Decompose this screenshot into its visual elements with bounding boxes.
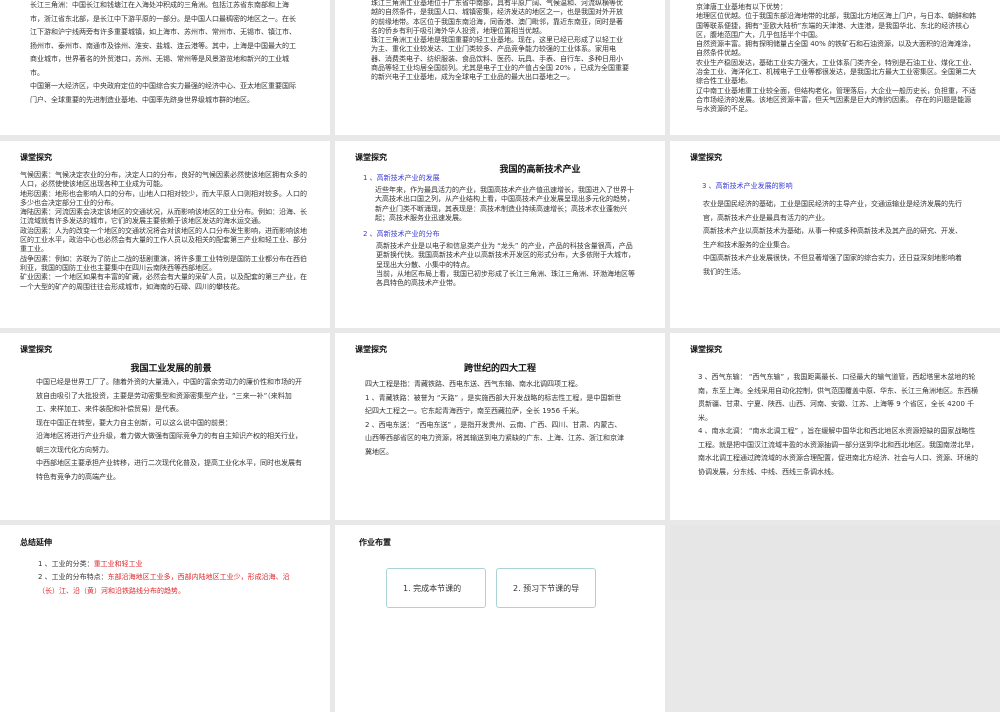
paragraph: 珠江三角洲工业基地位于广东省中南部，具有平原广阔、气候温和、河流纵横等优越的自然… [371, 0, 623, 35]
summary-label: 2 、工业的分布特点： [38, 573, 108, 581]
paragraph: 地理区位优越。位于我国东部沿海地带的北部，我国北方地区海上门户，与日本、朝鲜和韩… [696, 12, 976, 39]
slide-thumbnail-3[interactable]: 京津唐工业基地有以下优势： 地理区位优越。位于我国东部沿海地带的北部，我国北方地… [670, 0, 1000, 135]
slide-body: 中国已经是世界工厂了。随着外资的大量涌入，中国的富余劳动力的廉价性和市场的开放自… [36, 376, 304, 484]
homework-card-1: 1. 完成本节课的 [386, 568, 486, 608]
slide-thumbnail-11[interactable]: 作业布置 [335, 525, 665, 712]
paragraph: 辽中南工业基地重工业较全面，但结构老化，管理落后，大企业一般历史长，负担重，不适… [696, 86, 976, 114]
slide-thumbnail-4[interactable]: 课堂探究 气候因素：气候决定农业的分布，决定人口的分布，良好的气候因素必然使该地… [0, 141, 330, 328]
slide-header: 作业布置 [359, 538, 391, 547]
summary-item-2: 2 、工业的分布特点：东部沿海地区工业多，西部内陆地区工业少，形成沿海、沿（长）… [38, 571, 303, 598]
paragraph: 京津唐工业基地有以下优势： [696, 3, 787, 11]
paragraph: 地形因素：地形也会影响人口的分布，山地人口相对较少，而大平原人口则相对较多。人口… [20, 189, 307, 207]
slide-thumbnail-5[interactable]: 课堂探究 我国的高新技术产业 1 、高新技术产业的发展 近些年来，作为最具活力的… [335, 141, 665, 328]
paragraph: 矿业因素：一个地区如果有丰富的矿藏，必然会有大量的采矿人员，以及配套的第三产业，… [20, 273, 307, 291]
slide-body: 珠江三角洲工业基地位于广东省中南部，具有平原广阔、气候温和、河流纵横等优越的自然… [371, 0, 629, 83]
slide-header: 课堂探究 [20, 345, 52, 354]
slide-body: 长江三角洲：中国长江和钱塘江在入海处冲积成的三角洲。包括江苏省东南部和上海市，浙… [30, 0, 300, 107]
paragraph: 当前，从地区布局上看，我国已初步形成了长江三角洲、珠江三角洲、环渤海地区等各具特… [376, 269, 635, 288]
paragraph: 2 、西电东送： “西电东送” ，是指开发贵州、云南、广西、四川、甘肃、内蒙古、… [365, 420, 624, 456]
paragraph: 海陆因素：河流因素会决定该地区的交通状况，从而影响该地区的工业分布。例如：沿海、… [20, 208, 307, 226]
summary-item-1: 1 、工业的分类：重工业和轻工业 [38, 558, 303, 572]
slide-thumbnail-1[interactable]: 长江三角洲：中国长江和钱塘江在入海处冲积成的三角洲。包括江苏省东南部和上海市，浙… [0, 0, 330, 135]
slide-thumbnail-7[interactable]: 课堂探究 我国工业发展的前景 中国已经是世界工厂了。随着外资的大量涌入，中国的富… [0, 333, 330, 520]
paragraph: 高新技术产业以高新技术为基础，从事一种或多种高新技术及其产品的研究、开发、生产和… [703, 227, 962, 249]
paragraph: 3 、西气东输： “西气东输” ，我国距离最长、口径最大的输气道管，西起塔里木盆… [698, 373, 978, 422]
paragraph: 战争因素：例如：苏联为了防止二战的悲剧重演，将许多重工业特别是国防工业都分布在西… [20, 254, 307, 272]
slide-header: 总结延伸 [20, 538, 52, 547]
slide-body: 气候因素：气候决定农业的分布，决定人口的分布，良好的气候因素必然使该地区拥有众多… [20, 171, 312, 292]
slide-body: 四大工程是指：青藏铁路、西电东送、西气东输、南水北调四项工程。 1 、青藏铁路：… [365, 378, 627, 459]
summary-value: 重工业和轻工业 [93, 560, 143, 568]
paragraph: 中国高新技术产业发展很快，不但显著增强了国家的综合实力，还日益深刻地影响着我们的… [703, 254, 962, 276]
homework-card-2: 2. 预习下节课的导 [496, 568, 596, 608]
summary-label: 1 、工业的分类： [38, 560, 94, 568]
subsection-heading: 1 、高新技术产业的发展 [363, 174, 440, 182]
paragraph: 自然资源丰富。拥有探明储量占全国 40% 的铁矿石和石油资源，以及大面积的沿海滩… [696, 40, 976, 58]
paragraph: 4 、南水北调： “南水北调工程” ，旨在缓解中国华北和西北地区水资源短缺的国家… [698, 427, 978, 476]
subsection-heading: 2 、高新技术产业的分布 [363, 230, 440, 238]
slide-title: 跨世纪的四大工程 [463, 364, 536, 374]
paragraph: 中西部地区主要承担产业转移，进行二次现代化普及，提高工业化水平，同时也发展有特色… [36, 459, 302, 481]
slide-header: 课堂探究 [20, 153, 52, 162]
slide-thumbnail-8[interactable]: 课堂探究 跨世纪的四大工程 四大工程是指：青藏铁路、西电东送、西气东输、南水北调… [335, 333, 665, 520]
slide-body: 高新技术产业是以电子和信息类产业为 “龙头” 的产业，产品的科技含量很高，产品更… [376, 242, 638, 288]
paragraph: 1 、青藏铁路：被誉为 “天路” ，是实施西部大开发战略的标志性工程，是中国新世… [365, 393, 622, 416]
slide-body: 京津唐工业基地有以下优势： 地理区位优越。位于我国东部沿海地带的北部，我国北方地… [696, 3, 978, 115]
paragraph: 政治因素：人为的改变一个地区的交通状况将会对该地区的人口分布发生影响，进而影响该… [20, 226, 307, 254]
slide-body: 3 、西气东输： “西气东输” ，我国距离最长、口径最大的输气道管，西起塔里木盆… [698, 371, 978, 479]
slide-thumbnail-10[interactable]: 总结延伸 1 、工业的分类：重工业和轻工业 2 、工业的分布特点：东部沿海地区工… [0, 525, 330, 712]
paragraph: 高新技术产业是以电子和信息类产业为 “龙头” 的产业，产品的科技含量很高，产品更… [376, 242, 635, 269]
empty-slot [670, 525, 1000, 600]
paragraph: 中国已经是世界工厂了。随着外资的大量涌入，中国的富余劳动力的廉价性和市场的开放自… [36, 378, 302, 413]
paragraph: 农业是国民经济的基础，工业是国民经济的主导产业，交通运输业是经济发展的先行官，高… [703, 200, 962, 222]
paragraph: 气候因素：气候决定农业的分布，决定人口的分布，良好的气候因素必然使该地区拥有众多… [20, 171, 307, 189]
slide-body: 农业是国民经济的基础，工业是国民经济的主导产业，交通运输业是经济发展的先行官，高… [703, 198, 965, 279]
slide-thumbnail-2[interactable]: 珠江三角洲工业基地位于广东省中南部，具有平原广阔、气候温和、河流纵横等优越的自然… [335, 0, 665, 135]
slide-header: 课堂探究 [690, 345, 722, 354]
paragraph: 近些年来，作为最具活力的产业，我国高技术产业产值迅速增长，我国进入了世界十大高技… [375, 186, 634, 222]
slide-thumbnail-9[interactable]: 课堂探究 3 、西气东输： “西气东输” ，我国距离最长、口径最大的输气道管，西… [670, 333, 1000, 520]
slide-header: 课堂探究 [355, 345, 387, 354]
slide-header: 课堂探究 [690, 153, 722, 162]
paragraph: 沿海地区将进行产业升级，着力做大做强有国际竞争力的有自主知识产权的相关行业，朝三… [36, 432, 302, 454]
subsection-heading: 3 、高新技术产业发展的影响 [702, 182, 793, 190]
paragraph: 四大工程是指：青藏铁路、西电东送、西气东输、南水北调四项工程。 [365, 380, 582, 388]
slide-thumbnail-6[interactable]: 课堂探究 3 、高新技术产业发展的影响 农业是国民经济的基础，工业是国民经济的主… [670, 141, 1000, 328]
paragraph: 中国第一大经济区，中央政府定位的中国综合实力最强的经济中心、亚太地区重要国际门户… [30, 82, 296, 104]
slide-title: 我国工业发展的前景 [130, 364, 212, 374]
paragraph: 长江三角洲：中国长江和钱塘江在入海处冲积成的三角洲。包括江苏省东南部和上海市，浙… [30, 1, 296, 77]
paragraph: 农业生产稳固发达，基础工业实力强大，工业体系门类齐全，特别是石油工业、煤化工业、… [696, 58, 976, 86]
paragraph: 珠江三角洲工业基地是我国重要的轻工业基地。现在，这里已经已形成了以轻工业为主、重… [371, 36, 630, 82]
paragraph: 现在中国正在转型，要大力自主创新，可以这么说中国的前景： [36, 418, 232, 427]
